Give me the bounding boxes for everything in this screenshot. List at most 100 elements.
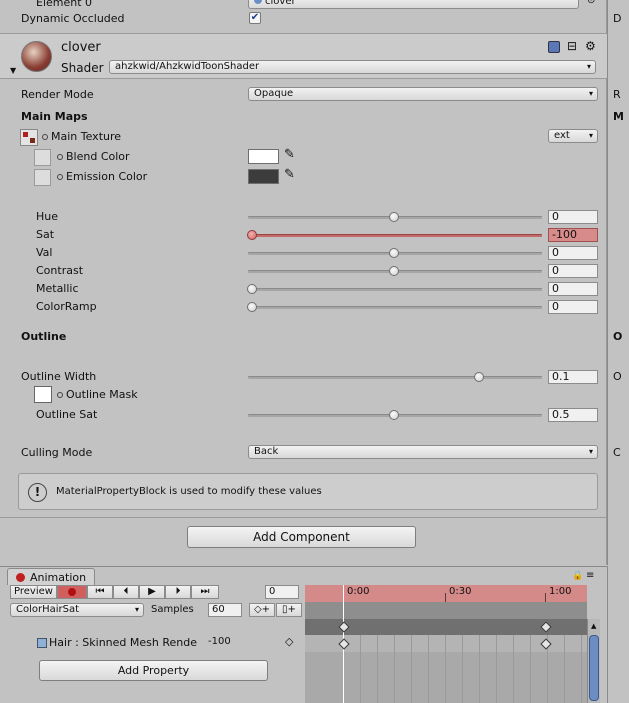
culling-mode-dropdown[interactable]: Back ▾ <box>248 445 598 459</box>
render-mode-dropdown[interactable]: Opaque ▾ <box>248 87 598 101</box>
dropdown-arrow-icon: ▾ <box>134 605 139 614</box>
dynamic-occluded-label: Dynamic Occluded <box>21 12 125 25</box>
vertical-scrollbar[interactable]: ▲ <box>587 619 600 703</box>
slider-knob[interactable] <box>389 248 399 258</box>
object-picker-icon[interactable]: ⊙ <box>587 0 595 6</box>
edge-label: D <box>613 12 622 25</box>
slider-value-field[interactable]: -100 <box>548 228 598 242</box>
prev-key-button[interactable]: ⏴ <box>113 585 139 599</box>
slider-knob[interactable] <box>247 230 257 240</box>
outline-mask-slot[interactable] <box>34 386 52 403</box>
shader-dropdown[interactable]: ahzkwid/AhzkwidToonShader ▾ <box>109 60 596 74</box>
play-icon: ▶ <box>148 586 156 597</box>
slider-track[interactable] <box>248 288 542 291</box>
add-component-button[interactable]: Add Component <box>187 526 416 548</box>
info-box: ! MaterialPropertyBlock is used to modif… <box>18 473 598 510</box>
outline-width-field[interactable]: 0.1 <box>548 370 598 384</box>
ruler-tick <box>445 593 446 602</box>
slider-label: Sat <box>36 228 55 241</box>
prev-key-icon: ⏴ <box>123 586 129 597</box>
frame-field[interactable]: 0 <box>265 585 299 599</box>
eyedropper-icon[interactable]: ✎ <box>284 167 295 182</box>
edge-label: C <box>613 446 621 459</box>
slider-value-field[interactable]: 0 <box>548 282 598 296</box>
help-book-icon[interactable] <box>548 41 560 53</box>
slider-knob[interactable] <box>389 212 399 222</box>
object-picker-icon[interactable] <box>57 174 63 180</box>
slider-value-field[interactable]: 0 <box>548 246 598 260</box>
add-event-button[interactable]: ▯+ <box>276 603 302 617</box>
next-key-button[interactable]: ⏵ <box>165 585 191 599</box>
dropdown-arrow-icon: ▾ <box>588 89 593 98</box>
first-key-button[interactable]: ⏮ <box>87 585 113 599</box>
slider-value-field[interactable]: 0 <box>548 210 598 224</box>
edge-label: O <box>613 330 623 343</box>
slider-value-field[interactable]: 0 <box>548 264 598 278</box>
dynamic-occluded-checkbox[interactable]: ✔ <box>249 12 261 24</box>
outline-heading: Outline <box>21 330 67 343</box>
tab-animation[interactable]: Animation <box>7 568 95 585</box>
panel-menu-icon[interactable]: ≡ <box>586 570 594 581</box>
record-button[interactable] <box>57 585 87 599</box>
culling-mode-label: Culling Mode <box>21 446 93 459</box>
grid-line <box>445 635 446 703</box>
key-diamond-icon[interactable]: ◇ <box>285 635 293 648</box>
play-button[interactable]: ▶ <box>139 585 165 599</box>
property-label[interactable]: Hair : Skinned Mesh Rende <box>49 636 197 649</box>
clip-dropdown[interactable]: ColorHairSat ▾ <box>10 603 144 617</box>
outline-width-slider-knob[interactable] <box>474 372 484 382</box>
next-key-icon: ⏵ <box>175 586 181 597</box>
adjacent-panel-edge: D R M O O C <box>607 0 629 565</box>
scrollbar-thumb[interactable] <box>589 635 599 701</box>
last-key-button[interactable]: ⏭ <box>191 585 219 599</box>
record-dot-icon <box>16 573 25 582</box>
add-keyframe-button[interactable]: ◇+ <box>249 603 275 617</box>
timeline-area[interactable]: 0:00 0:30 1:00 <box>305 585 587 703</box>
slider-knob[interactable] <box>247 302 257 312</box>
material-dot-icon <box>254 0 262 4</box>
add-property-button[interactable]: Add Property <box>39 660 268 681</box>
blend-texture-slot[interactable] <box>34 149 51 166</box>
skinned-mesh-icon <box>37 638 47 648</box>
adjacent-panel-edge <box>607 566 629 703</box>
emission-color-label: Emission Color <box>66 170 148 183</box>
slider-knob[interactable] <box>247 284 257 294</box>
outline-mask-label: Outline Mask <box>66 388 138 401</box>
object-picker-icon[interactable] <box>57 154 63 160</box>
outline-width-slider-track[interactable] <box>248 376 542 379</box>
slider-value-field[interactable]: 0 <box>548 300 598 314</box>
grid-line <box>377 635 378 703</box>
eyedropper-icon[interactable]: ✎ <box>284 147 295 162</box>
time-label-60: 1:00 <box>549 586 572 597</box>
foldout-arrow-icon[interactable]: ▼ <box>10 66 16 75</box>
slider-knob[interactable] <box>389 266 399 276</box>
main-texture-dropdown[interactable]: ext ▾ <box>548 129 598 143</box>
blend-color-swatch[interactable] <box>248 149 279 164</box>
samples-field[interactable]: 60 <box>208 603 242 617</box>
lock-icon[interactable]: 🔒 <box>572 571 583 581</box>
add-keyframe-icon: ◇+ <box>253 604 271 615</box>
blend-color-label: Blend Color <box>66 150 130 163</box>
object-picker-icon[interactable] <box>42 134 48 140</box>
scroll-up-icon[interactable]: ▲ <box>591 622 596 630</box>
grid-line <box>394 635 395 703</box>
outline-sat-field[interactable]: 0.5 <box>548 408 598 422</box>
emission-color-swatch[interactable] <box>248 169 279 184</box>
grid-line <box>496 635 497 703</box>
outline-sat-slider-knob[interactable] <box>389 410 399 420</box>
slider-track[interactable] <box>248 234 542 237</box>
slider-track[interactable] <box>248 306 542 309</box>
object-picker-icon[interactable] <box>57 392 63 398</box>
events-lane[interactable] <box>305 602 587 619</box>
emission-texture-slot[interactable] <box>34 169 51 186</box>
property-value[interactable]: -100 <box>208 636 231 647</box>
slider-label: ColorRamp <box>36 300 97 313</box>
preview-toggle[interactable]: Preview <box>10 585 57 599</box>
grid-line <box>479 635 480 703</box>
main-texture-slot[interactable] <box>20 129 38 146</box>
preset-sliders-icon[interactable]: ⊟ <box>567 39 577 53</box>
last-key-icon: ⏭ <box>200 586 210 597</box>
dropdown-arrow-icon: ▾ <box>586 62 591 71</box>
element0-field[interactable]: clover <box>248 0 579 9</box>
gear-icon[interactable]: ⚙ <box>585 39 596 53</box>
